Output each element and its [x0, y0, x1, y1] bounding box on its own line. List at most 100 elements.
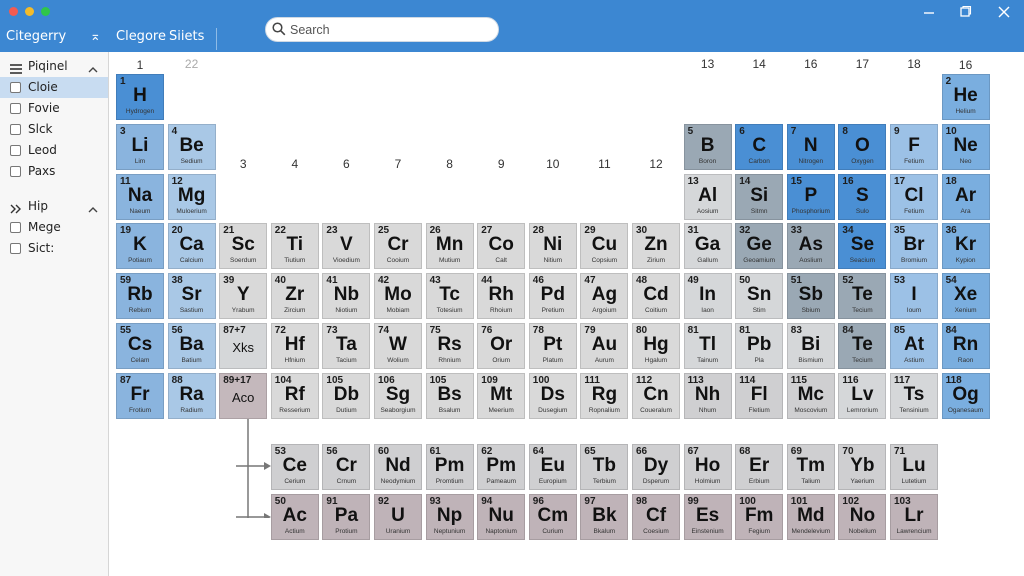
sidebar-item-1-0[interactable]: Mege [0, 217, 108, 238]
element-cell[interactable]: 87+7 Xks [219, 323, 268, 369]
collapse-icon[interactable]: ⌅ [90, 29, 101, 44]
element-cell[interactable]: 54 Xe Xenium [941, 273, 990, 320]
element-cell[interactable]: 33 As Aoslium [786, 223, 835, 270]
element-cell[interactable]: 93 Np Neptunium [425, 494, 474, 540]
element-cell[interactable]: 17 Cl Fetium [890, 173, 938, 220]
element-cell[interactable]: 53 Ce Cerium [270, 444, 319, 490]
element-cell[interactable]: 74 W Wolium [374, 323, 422, 369]
element-cell[interactable]: 62 Pm Pameaum [477, 444, 526, 490]
element-cell[interactable]: 41 Nb Niotium [322, 273, 371, 320]
element-cell[interactable]: 83 Bi Bismium [786, 323, 835, 369]
checkbox[interactable] [10, 222, 21, 233]
sidebar-item-0-2[interactable]: Slck [0, 119, 108, 140]
close-window-dot[interactable] [9, 7, 18, 16]
element-cell[interactable]: 4 Be Sedium [167, 123, 216, 170]
element-cell[interactable]: 12 Mg Muloerium [167, 173, 216, 220]
element-cell[interactable]: 87 Fr Frotium [116, 372, 164, 419]
element-cell[interactable]: 89+17 Aco [219, 372, 268, 419]
element-cell[interactable]: 92 U Uranium [374, 494, 422, 540]
element-cell[interactable]: 49 In Iaon [683, 273, 732, 320]
element-cell[interactable]: 100 Ds Dusegium [528, 372, 577, 419]
element-cell[interactable]: 100 Fm Fegium [735, 494, 784, 540]
element-cell[interactable]: 56 Ba Batium [167, 323, 216, 369]
element-cell[interactable]: 112 Cn Coueralum [632, 372, 680, 419]
element-cell[interactable]: 52 Te Tecium [838, 273, 887, 320]
element-cell[interactable]: 47 Ag Argoium [580, 273, 629, 320]
category-label[interactable]: Citegerry [6, 29, 66, 44]
element-cell[interactable]: 7 N Nitrogen [786, 123, 835, 170]
element-cell[interactable]: 20 Ca Calcium [167, 223, 216, 270]
element-cell[interactable]: 21 Sc Soerdum [219, 223, 268, 270]
element-cell[interactable]: 94 Nu Naptonium [477, 494, 526, 540]
element-cell[interactable]: 40 Zr Zircium [270, 273, 319, 320]
element-cell[interactable]: 34 Se Seacium [838, 223, 887, 270]
element-cell[interactable]: 98 Cf Coesium [632, 494, 680, 540]
element-cell[interactable]: 84 Te Tecium [838, 323, 887, 369]
sidebar-section-1[interactable]: Hip [0, 196, 108, 217]
checkbox[interactable] [10, 243, 21, 254]
restore-icon[interactable] [956, 4, 974, 20]
element-cell[interactable]: 27 Co Calt [477, 223, 526, 270]
element-cell[interactable]: 114 Fl Fletium [735, 372, 784, 419]
element-cell[interactable]: 43 Tc Totesium [425, 273, 474, 320]
element-cell[interactable]: 8 O Oxygen [838, 123, 887, 170]
element-cell[interactable]: 23 V Vioedium [322, 223, 371, 270]
element-cell[interactable]: 70 Yb Yaerium [838, 444, 887, 490]
element-cell[interactable]: 56 Cr Crnum [322, 444, 371, 490]
maximize-window-dot[interactable] [41, 7, 50, 16]
element-cell[interactable]: 11 Na Naeum [116, 173, 164, 220]
checkbox[interactable] [10, 103, 21, 114]
element-cell[interactable]: 2 He Helium [941, 74, 990, 120]
element-cell[interactable]: 88 Ra Radium [167, 372, 216, 419]
element-cell[interactable]: 71 Lu Lutetium [890, 444, 938, 490]
element-cell[interactable]: 101 Md Mendelevium [786, 494, 835, 540]
element-cell[interactable]: 48 Cd Coitium [632, 273, 680, 320]
sidebar-item-0-4[interactable]: Paxs [0, 161, 108, 182]
element-cell[interactable]: 72 Hf Hfnium [270, 323, 319, 369]
element-cell[interactable]: 19 K Potiaum [116, 223, 164, 270]
element-cell[interactable]: 32 Ge Geoamium [735, 223, 784, 270]
element-cell[interactable]: 29 Cu Copsium [580, 223, 629, 270]
element-cell[interactable]: 113 Nh Nhum [683, 372, 732, 419]
sidebar-item-0-1[interactable]: Fovie [0, 98, 108, 119]
search-input[interactable] [290, 21, 490, 38]
element-cell[interactable]: 61 Pm Promtium [425, 444, 474, 490]
element-cell[interactable]: 38 Sr Sastium [167, 273, 216, 320]
element-cell[interactable]: 9 F Fetium [890, 123, 938, 170]
element-cell[interactable]: 26 Mn Mutium [425, 223, 474, 270]
element-cell[interactable]: 85 At Astium [890, 323, 938, 369]
element-cell[interactable]: 84 Rn Raon [941, 323, 990, 369]
checkbox[interactable] [10, 145, 21, 156]
element-cell[interactable]: 10 Ne Neo [941, 123, 990, 170]
checkbox[interactable] [10, 124, 21, 135]
element-cell[interactable]: 15 P Phosphorium [786, 173, 835, 220]
sidebar-item-0-3[interactable]: Leod [0, 140, 108, 161]
element-cell[interactable]: 102 No Nobelium [838, 494, 887, 540]
element-cell[interactable]: 81 Pb Pla [735, 323, 784, 369]
element-cell[interactable]: 78 Pt Platum [528, 323, 577, 369]
element-cell[interactable]: 42 Mo Mobiam [374, 273, 422, 320]
element-cell[interactable]: 16 S Sulo [838, 173, 887, 220]
element-cell[interactable]: 60 Nd Neodymium [374, 444, 422, 490]
element-cell[interactable]: 109 Mt Meerium [477, 372, 526, 419]
element-cell[interactable]: 96 Cm Curium [528, 494, 577, 540]
element-cell[interactable]: 115 Mc Moscovium [786, 372, 835, 419]
close-icon[interactable] [995, 4, 1013, 20]
element-cell[interactable]: 81 Tl Tainum [683, 323, 732, 369]
element-cell[interactable]: 25 Cr Cooium [374, 223, 422, 270]
element-cell[interactable]: 65 Tb Terbium [580, 444, 629, 490]
element-cell[interactable]: 51 Sb Sbium [786, 273, 835, 320]
element-cell[interactable]: 117 Ts Tensinium [890, 372, 938, 419]
element-cell[interactable]: 67 Ho Holmium [683, 444, 732, 490]
element-cell[interactable]: 50 Sn Stim [735, 273, 784, 320]
element-cell[interactable]: 30 Zn Zirium [632, 223, 680, 270]
element-cell[interactable]: 99 Es Einstenium [683, 494, 732, 540]
element-cell[interactable]: 105 Bs Bsalum [425, 372, 474, 419]
element-cell[interactable]: 39 Y Yrabum [219, 273, 268, 320]
element-cell[interactable]: 55 Cs Celam [116, 323, 164, 369]
minimize-window-dot[interactable] [25, 7, 34, 16]
element-cell[interactable]: 69 Tm Talium [786, 444, 835, 490]
element-cell[interactable]: 50 Ac Actium [270, 494, 319, 540]
element-cell[interactable]: 3 Li Lim [116, 123, 164, 170]
element-cell[interactable]: 118 Og Oganesaum [941, 372, 990, 419]
